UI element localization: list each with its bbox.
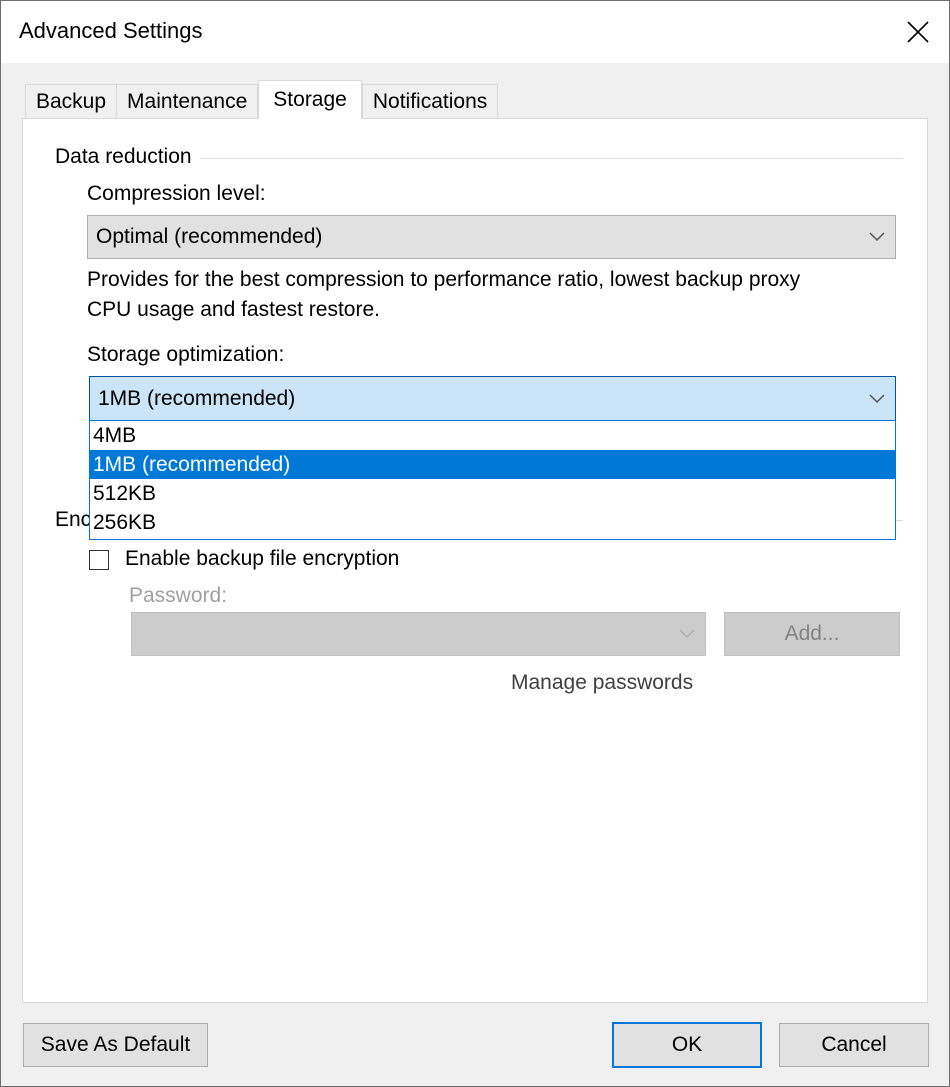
tab-strip: Backup Maintenance Storage Notifications xyxy=(25,80,499,119)
description-line: Provides for the best compression to per… xyxy=(87,268,801,291)
add-password-button[interactable]: Add... xyxy=(724,612,900,656)
advanced-settings-dialog: Advanced Settings Backup Maintenance Sto… xyxy=(0,0,950,1087)
tab-label: Notifications xyxy=(372,90,488,113)
button-label: Save As Default xyxy=(40,1033,191,1056)
cancel-button[interactable]: Cancel xyxy=(779,1023,929,1067)
close-icon xyxy=(907,21,929,43)
chevron-down-icon xyxy=(869,232,885,242)
tab-backup[interactable]: Backup xyxy=(25,84,118,119)
tab-label: Maintenance xyxy=(127,90,248,113)
chevron-down-icon xyxy=(869,393,885,404)
dropdown-option-4mb[interactable]: 4MB xyxy=(90,421,895,450)
dropdown-option-1mb[interactable]: 1MB (recommended) xyxy=(90,450,895,479)
button-label: OK xyxy=(671,1033,703,1056)
tab-maintenance[interactable]: Maintenance xyxy=(116,84,259,119)
tab-label: Storage xyxy=(273,88,347,111)
password-label: Password: xyxy=(129,584,228,607)
button-label: Cancel xyxy=(821,1033,887,1056)
save-as-default-button[interactable]: Save As Default xyxy=(23,1023,208,1067)
dialog-title: Advanced Settings xyxy=(19,18,203,43)
manage-passwords-link[interactable]: Manage passwords xyxy=(511,671,693,695)
tab-notifications[interactable]: Notifications xyxy=(361,84,499,119)
storage-optimization-dropdown-list: 4MB 1MB (recommended) 512KB 256KB xyxy=(89,420,896,540)
ok-button[interactable]: OK xyxy=(612,1022,762,1068)
button-label: Add... xyxy=(784,622,840,645)
storage-optimization-label: Storage optimization: xyxy=(87,343,285,366)
enable-encryption-label[interactable]: Enable backup file encryption xyxy=(125,547,399,571)
title-bar: Advanced Settings xyxy=(1,1,949,63)
enable-encryption-checkbox[interactable] xyxy=(89,550,109,570)
dropdown-option-256kb[interactable]: 256KB xyxy=(90,508,895,537)
storage-optimization-select[interactable]: 1MB (recommended) xyxy=(89,376,896,421)
password-select[interactable] xyxy=(131,612,706,656)
data-reduction-group-title: Data reduction xyxy=(55,145,200,169)
storage-optimization-value: 1MB (recommended) xyxy=(98,386,296,410)
tab-label: Backup xyxy=(36,90,107,113)
compression-description: Provides for the best compression to per… xyxy=(87,265,800,325)
dropdown-option-512kb[interactable]: 512KB xyxy=(90,479,895,508)
compression-level-label: Compression level: xyxy=(87,182,266,205)
description-line: CPU usage and fastest restore. xyxy=(87,298,380,321)
close-button[interactable] xyxy=(887,1,949,63)
chevron-down-icon xyxy=(679,629,695,639)
compression-level-value: Optimal (recommended) xyxy=(96,225,323,248)
compression-level-select[interactable]: Optimal (recommended) xyxy=(87,215,896,259)
tab-storage[interactable]: Storage xyxy=(258,80,362,119)
